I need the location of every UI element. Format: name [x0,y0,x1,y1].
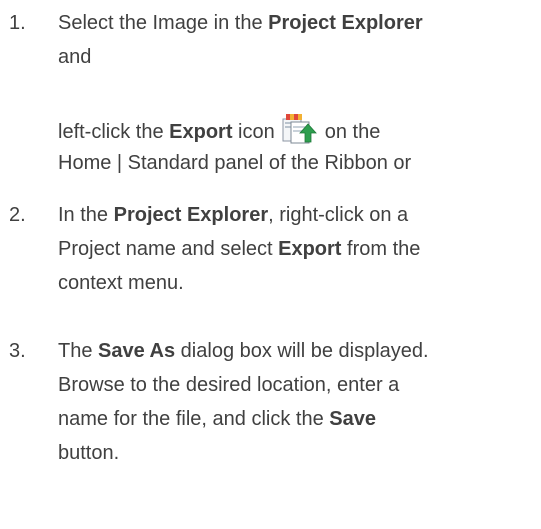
save-as-term: Save As [98,340,176,362]
step-number: 1. [9,12,26,34]
step-line: left-click the Export icon on the [58,112,538,146]
export-term: Export [278,238,342,260]
step-number: 3. [9,340,26,362]
step-number: 2. [9,204,26,226]
step-line: Project name and select Export from the [58,238,421,260]
step-line: context menu. [58,272,184,294]
step-text: The Save As dialog box will be displayed… [58,334,538,470]
export-term: Export [169,121,233,143]
step-line: name for the file, and click the Save [58,408,376,430]
step-text: Select the Image in the Project Explorer… [58,6,538,74]
step-line: button. [58,442,120,464]
instruction-page: { "steps": [ { "number": "1.", "line1": … [0,0,541,529]
step-line: In the Project Explorer, right-click on … [58,204,409,226]
step-line: Home | Standard panel of the Ribbon or [58,152,412,174]
step-line: The Save As dialog box will be displayed… [58,340,429,362]
export-icon [282,114,317,144]
step-line: Browse to the desired location, enter a [58,374,400,396]
step-text: left-click the Export icon on the Home |… [58,112,538,180]
project-explorer-term: Project Explorer [113,204,269,226]
save-term: Save [329,408,376,430]
step-line: and [58,46,92,68]
step-line: Select the Image in the Project Explorer [58,12,423,34]
step-text: In the Project Explorer, right-click on … [58,198,538,300]
project-explorer-term: Project Explorer [268,12,423,34]
